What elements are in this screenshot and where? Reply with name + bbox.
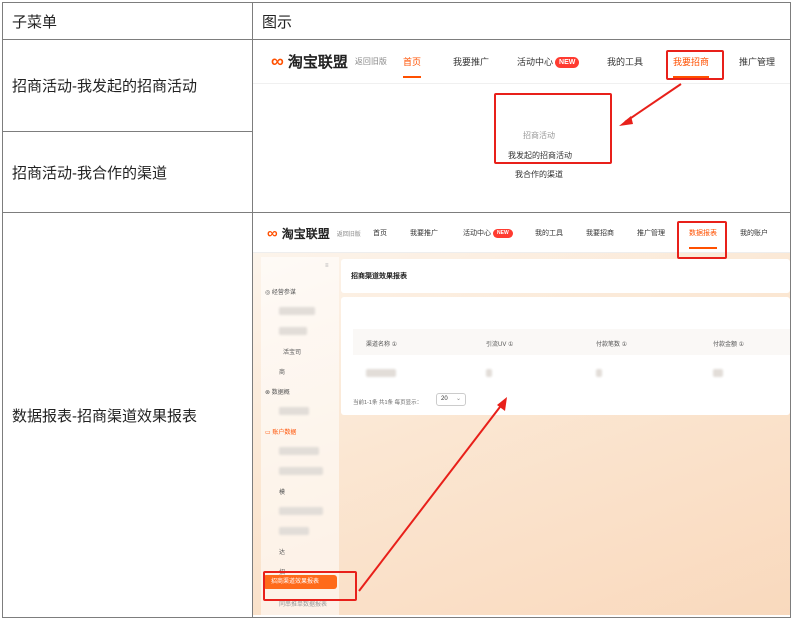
annotation-arrow-2 — [358, 397, 507, 592]
screenshot-campaign-menu: ∞ 淘宝联盟 返回旧版 首页 我要推广 活动中心 NEW 我的工具 我要招商 推广… — [253, 40, 790, 212]
doc-table: 子菜单 图示 招商活动-我发起的招商活动 ∞ 淘宝联盟 返回旧版 首页 我要推广… — [2, 2, 791, 618]
annotation-arrow-1 — [619, 83, 682, 126]
figure-cell-2: ∞ 淘宝联盟 返回旧版 首页 我要推广 活动中心 NEW 我的工具 我要招商 推广… — [252, 212, 791, 618]
figure-cell-1: ∞ 淘宝联盟 返回旧版 首页 我要推广 活动中心 NEW 我的工具 我要招商 推广… — [252, 39, 791, 213]
row-label-channel-report: 数据报表-招商渠道效果报表 — [2, 212, 253, 618]
screenshot-report: ∞ 淘宝联盟 返回旧版 首页 我要推广 活动中心 NEW 我的工具 我要招商 推广… — [253, 215, 790, 615]
row-label-my-campaigns: 招商活动-我发起的招商活动 — [2, 39, 253, 132]
row-label-my-channels: 招商活动-我合作的渠道 — [2, 131, 253, 213]
header-col-submenu: 子菜单 — [2, 2, 253, 40]
header-col-figure: 图示 — [252, 2, 791, 40]
